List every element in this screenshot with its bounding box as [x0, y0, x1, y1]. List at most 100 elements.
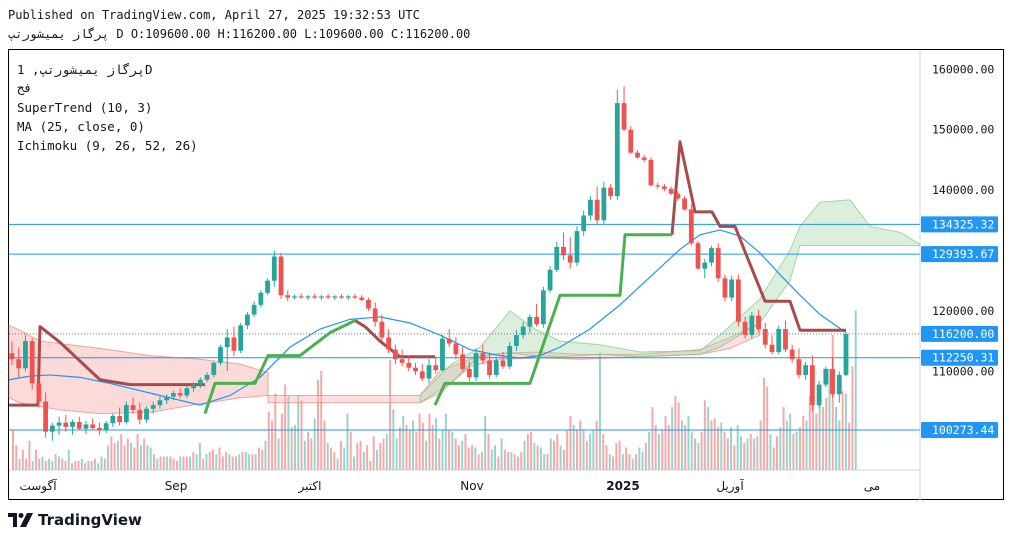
volume-bar — [343, 447, 346, 470]
volume-bar — [841, 391, 844, 470]
candle-body — [211, 362, 217, 375]
volume-bar — [539, 447, 542, 470]
candle-body — [675, 193, 681, 199]
volume-bar — [484, 416, 487, 470]
volume-bar — [572, 425, 575, 470]
volume-bar — [818, 402, 821, 470]
volume-bar — [18, 458, 21, 470]
candle-body — [117, 415, 123, 423]
volume-bar — [566, 429, 569, 470]
volume-bar — [644, 443, 647, 470]
legend-symbol: پرگاز یمیشورتپ, 1D — [17, 62, 153, 77]
volume-bar — [497, 456, 500, 470]
candle-body — [265, 280, 270, 293]
volume-bar — [457, 445, 460, 470]
volume-bar — [789, 413, 792, 470]
volume-bar — [641, 452, 644, 470]
candle-body — [352, 296, 358, 298]
volume-bar — [100, 456, 103, 470]
volume-bar — [405, 425, 408, 470]
volume-bar — [703, 400, 706, 470]
candle-body — [379, 321, 385, 338]
volume-bar — [713, 418, 716, 470]
volume-bar — [513, 454, 516, 470]
time-axis-label: Sep — [165, 479, 188, 493]
volume-bar — [674, 395, 677, 470]
volume-bar — [153, 454, 155, 470]
volume-bar — [162, 456, 165, 470]
volume-bar — [671, 407, 674, 470]
volume-bar — [303, 440, 306, 470]
volume-bar — [77, 461, 80, 470]
candle-body — [359, 297, 365, 301]
volume-bar — [123, 445, 126, 470]
candle-body — [527, 316, 533, 327]
legend-ichimoku[interactable]: Ichimoku (9, 26, 52, 26) — [17, 138, 198, 153]
candle-body — [668, 188, 674, 194]
volume-bar — [369, 461, 372, 470]
candle-body — [103, 423, 109, 431]
volume-bar — [320, 371, 323, 470]
volume-bar — [185, 456, 188, 470]
candle-body — [76, 422, 82, 429]
volume-bar — [598, 353, 601, 470]
volume-bar — [61, 458, 64, 470]
volume-bar — [372, 436, 375, 470]
candle-body — [271, 256, 277, 281]
volume-bar — [654, 425, 657, 470]
candle-body — [332, 296, 338, 298]
candle-body — [735, 279, 741, 322]
price-label: 100273.44 — [932, 423, 994, 437]
volume-bar — [467, 447, 470, 470]
volume-bar — [494, 445, 497, 470]
volume-bar — [349, 431, 352, 470]
candle-body — [776, 329, 782, 352]
candle-body — [366, 300, 371, 309]
legend-supertrend[interactable]: SuperTrend (10, 3) — [17, 100, 152, 115]
volume-bar — [71, 463, 74, 470]
volume-bar — [382, 438, 385, 470]
tradingview-logo[interactable]: TradingView — [8, 511, 142, 529]
candle-body — [372, 308, 378, 322]
price-chart[interactable]: 160000.00150000.00140000.00130000.001200… — [0, 0, 1012, 541]
volume-bar — [638, 447, 641, 470]
candle-body — [446, 338, 452, 344]
candle-body — [756, 315, 761, 330]
volume-bar — [444, 413, 447, 470]
legend-ma[interactable]: MA (25, close, 0) — [17, 119, 145, 134]
volume-bar — [261, 449, 264, 470]
volume-bar — [726, 438, 729, 470]
candle-body — [16, 359, 22, 369]
candle-body — [695, 243, 701, 269]
volume-bar — [12, 429, 14, 470]
volume-bar — [28, 440, 31, 470]
volume-bar — [743, 443, 746, 470]
volume-bar — [808, 395, 811, 470]
volume-bar — [798, 427, 801, 470]
volume-bar — [628, 454, 631, 470]
candle-body — [614, 103, 620, 197]
volume-bar — [579, 420, 582, 470]
volume-bar — [477, 454, 480, 470]
candle-body — [171, 393, 176, 397]
volume-bar — [267, 411, 270, 470]
volume-bar — [287, 395, 290, 470]
supertrend-up-segment — [433, 233, 672, 406]
candle-body — [325, 296, 331, 298]
volume-bar — [248, 454, 251, 470]
price-axis-tick-label: 140000.00 — [932, 183, 994, 197]
volume-bar — [749, 434, 752, 470]
price-axis-tick-label: 150000.00 — [932, 123, 994, 137]
price-label: 116200.00 — [932, 327, 994, 341]
brand-name: TradingView — [38, 511, 142, 529]
candle-body — [507, 345, 513, 367]
volume-bar — [179, 456, 182, 470]
volume-bar — [218, 447, 221, 470]
volume-bar — [602, 434, 605, 470]
candle-body — [426, 365, 432, 379]
candle-body — [514, 335, 519, 346]
volume-bar — [533, 443, 536, 470]
volume-bar — [271, 420, 274, 470]
volume-bar — [254, 454, 257, 470]
candle-body — [487, 360, 492, 375]
